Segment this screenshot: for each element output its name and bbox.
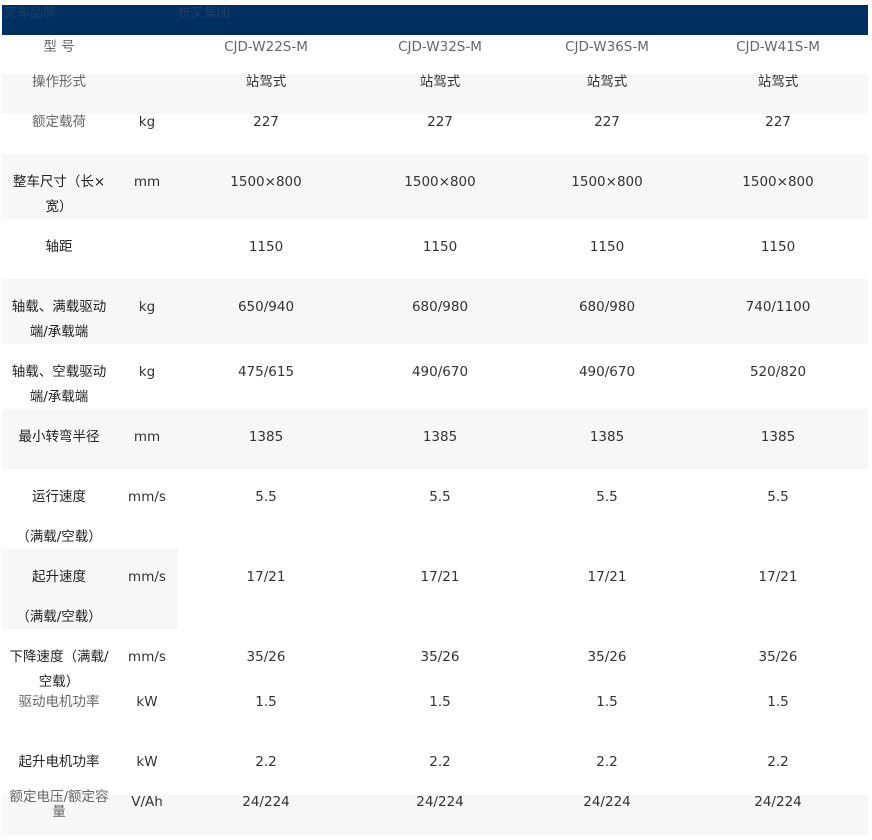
spec-unit: mm/s <box>128 569 166 585</box>
spec-label: 整车尺寸（长× 宽） <box>12 174 106 215</box>
spec-unit: mm <box>133 429 161 445</box>
spec-value: 1.5 <box>255 694 277 710</box>
table-row: 起升速度 （满载/空载） mm/s 17/21 17/21 17/21 17/21 <box>2 549 868 629</box>
table-row: 运行速度 （满载/空载） mm/s 5.5 5.5 5.5 5.5 <box>2 469 868 549</box>
spec-value: 站驾式 <box>419 74 461 90</box>
spec-value: 站驾式 <box>757 74 799 90</box>
spec-label: 起升电机功率 <box>18 754 100 770</box>
spec-value: 24/224 <box>416 794 464 810</box>
spec-unit: kg <box>138 364 156 380</box>
spec-label: 操作形式 <box>32 74 86 90</box>
spec-label: 驱动电机功率 <box>18 694 100 710</box>
spec-value: 24/224 <box>242 794 290 810</box>
spec-value: 740/1100 <box>745 299 811 315</box>
spec-label: 起升速度 <box>32 569 86 585</box>
spec-value: 17/21 <box>420 569 460 585</box>
table-row-model: 型 号 CJD-W22S-M CJD-W32S-M CJD-W36S-M CJD… <box>2 35 868 73</box>
spec-unit: mm/s <box>128 649 166 665</box>
spec-value: 1150 <box>248 239 284 255</box>
model-label: 型 号 <box>43 39 75 55</box>
spec-value: 1500×800 <box>230 174 302 190</box>
spec-value: 1385 <box>589 429 625 445</box>
table-row: 操作形式 站驾式 站驾式 站驾式 站驾式 <box>2 74 868 114</box>
spec-label: 下降速度（满载/空载） <box>9 649 109 690</box>
spec-value: 680/980 <box>411 299 469 315</box>
model-name: CJD-W36S-M <box>565 39 649 55</box>
spec-value: 5.5 <box>255 489 277 505</box>
spec-value: 1150 <box>760 239 796 255</box>
spec-value: 24/224 <box>583 794 631 810</box>
spec-unit: kg <box>138 299 156 315</box>
spec-value: 1385 <box>248 429 284 445</box>
table-row: 轴载、空载驱动 端/承载端 kg 475/615 490/670 490/670 520/8… <box>2 344 868 409</box>
spec-label: 轴载、满载驱动 端/承载端 <box>11 299 107 340</box>
spec-value: 5.5 <box>429 489 451 505</box>
spec-value: 17/21 <box>246 569 286 585</box>
spec-value: 1500×800 <box>571 174 643 190</box>
spec-value: 35/26 <box>420 649 460 665</box>
spec-value: 650/940 <box>237 299 295 315</box>
spec-value: 站驾式 <box>245 74 287 90</box>
table-row: 最小转弯半径 mm 1385 1385 1385 1385 <box>2 409 868 469</box>
model-name: CJD-W22S-M <box>224 39 308 55</box>
spec-value: 站驾式 <box>586 74 628 90</box>
spec-label: 额定载荷 <box>32 114 86 130</box>
spec-label: 轴载、空载驱动 端/承载端 <box>11 364 107 405</box>
table-row: 下降速度（满载/空载） mm/s 35/26 35/26 35/26 35/26 <box>2 629 868 690</box>
spec-value: 1385 <box>422 429 458 445</box>
spec-value: 227 <box>594 114 620 130</box>
spec-value: 1500×800 <box>404 174 476 190</box>
spec-value: 2.2 <box>255 754 277 770</box>
table-row: 额定载荷 kg 227 227 227 227 <box>2 114 868 154</box>
spec-label: 最小转弯半径 <box>18 429 100 445</box>
table-row: 驱动电机功率 kW 1.5 1.5 1.5 1.5 <box>2 689 868 719</box>
spec-value: 24/224 <box>754 794 802 810</box>
model-name: CJD-W32S-M <box>398 39 482 55</box>
spec-value: 2.2 <box>429 754 451 770</box>
spec-value: 520/820 <box>749 364 807 380</box>
spec-value: 1500×800 <box>742 174 814 190</box>
spec-value: 35/26 <box>246 649 286 665</box>
spec-value: 5.5 <box>596 489 618 505</box>
spec-value: 1.5 <box>429 694 451 710</box>
spec-value: 35/26 <box>587 649 627 665</box>
spec-table: 型 号 CJD-W22S-M CJD-W32S-M CJD-W36S-M CJD… <box>0 0 872 840</box>
spec-value: 1.5 <box>596 694 618 710</box>
spec-value: 1385 <box>760 429 796 445</box>
spec-value: 227 <box>253 114 279 130</box>
spec-value: 680/980 <box>578 299 636 315</box>
spec-unit: mm <box>133 174 161 190</box>
spec-value: 2.2 <box>596 754 618 770</box>
model-name: CJD-W41S-M <box>736 39 820 55</box>
table-row: 轴载、满载驱动 端/承载端 kg 650/940 680/980 680/980 740/1… <box>2 279 868 344</box>
spec-value: 1150 <box>589 239 625 255</box>
spec-value: 227 <box>765 114 791 130</box>
spec-label-sub: （满载/空载） <box>16 609 102 625</box>
spec-label: 运行速度 <box>32 489 86 505</box>
spec-value: 35/26 <box>758 649 798 665</box>
table-row: 轴距 1150 1150 1150 1150 <box>2 219 868 279</box>
spec-unit: kg <box>138 114 156 130</box>
spec-unit: mm/s <box>128 489 166 505</box>
spec-value: 475/615 <box>237 364 295 380</box>
spec-label: 额定电压/额定容量 <box>9 789 109 820</box>
table-row: 整车尺寸（长× 宽） mm 1500×800 1500×800 1500×800 1500×… <box>2 154 868 219</box>
spec-label-sub: （满载/空载） <box>16 529 102 545</box>
spec-unit: V/Ah <box>131 794 163 810</box>
spec-label: 轴距 <box>45 239 73 255</box>
spec-value: 227 <box>427 114 453 130</box>
spec-value: 490/670 <box>578 364 636 380</box>
spec-unit: kW <box>136 754 158 770</box>
spec-value: 17/21 <box>758 569 798 585</box>
table-row: 起升电机功率 kW 2.2 2.2 2.2 2.2 <box>2 719 868 795</box>
spec-value: 5.5 <box>767 489 789 505</box>
spec-value: 1150 <box>422 239 458 255</box>
spec-value: 490/670 <box>411 364 469 380</box>
spec-value: 17/21 <box>587 569 627 585</box>
table-row: 额定电压/额定容量 V/Ah 24/224 24/224 24/224 24/224 <box>2 790 868 835</box>
spec-value: 2.2 <box>767 754 789 770</box>
spec-value: 1.5 <box>767 694 789 710</box>
spec-unit: kW <box>136 694 158 710</box>
